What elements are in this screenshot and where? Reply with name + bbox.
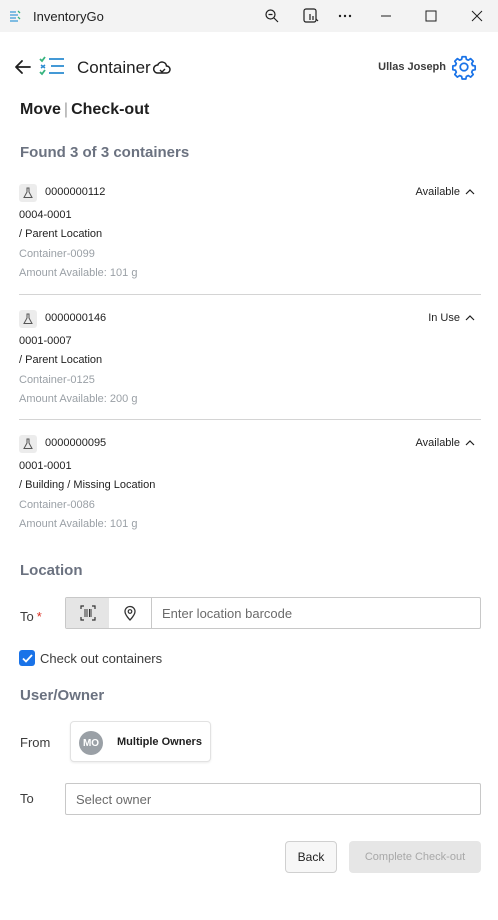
container-barcode: 0000000112 — [45, 186, 106, 198]
move-label: Move — [20, 101, 61, 118]
cloud-sync-icon — [152, 61, 171, 74]
flask-icon — [19, 184, 37, 202]
gear-icon[interactable] — [451, 54, 477, 80]
status-toggle[interactable]: Available — [416, 186, 475, 198]
owner-to-label: To — [20, 791, 34, 806]
container-code: 0004-0001 — [19, 209, 72, 221]
zoom-button[interactable] — [252, 0, 292, 32]
back-arrow-icon[interactable] — [13, 57, 33, 77]
complete-checkout-button[interactable]: Complete Check-out — [349, 841, 481, 873]
barcode-scan-button[interactable] — [66, 598, 109, 628]
from-owner-value: Multiple Owners — [117, 736, 202, 748]
owner-section-title: User/Owner — [20, 687, 105, 704]
container-code: 0001-0007 — [19, 335, 72, 347]
more-icon — [338, 14, 352, 18]
container-name: Container-0125 — [19, 374, 95, 386]
app-name: InventoryGo — [33, 9, 104, 24]
required-mark: * — [36, 609, 42, 624]
container-amount: Amount Available: 200 g — [19, 393, 138, 405]
user-name[interactable]: Ullas Joseph — [378, 61, 446, 73]
close-button[interactable] — [457, 0, 497, 32]
container-location: / Parent Location — [19, 354, 103, 366]
app-logo-icon — [10, 10, 21, 22]
close-icon — [471, 10, 483, 22]
checkout-containers-label[interactable]: Check out containers — [40, 651, 162, 666]
owner-from-label: From — [20, 735, 51, 750]
minimize-button[interactable] — [366, 0, 406, 32]
more-button[interactable] — [325, 0, 365, 32]
zoom-icon — [265, 9, 279, 23]
location-pin-button[interactable] — [109, 598, 152, 628]
flask-icon — [19, 435, 37, 453]
divider — [19, 419, 481, 420]
owner-select-input[interactable] — [65, 783, 481, 815]
status-label: In Use — [428, 312, 460, 324]
back-button[interactable]: Back — [285, 841, 337, 873]
chevron-up-icon — [465, 440, 475, 446]
from-owner-chip: MO Multiple Owners — [70, 721, 211, 762]
location-pin-icon — [124, 605, 136, 621]
chevron-up-icon — [465, 315, 475, 321]
page-title: Container — [77, 58, 151, 77]
chevron-up-icon — [465, 189, 475, 195]
heading-separator: | — [63, 101, 69, 118]
to-text: To — [20, 609, 34, 624]
location-barcode-input[interactable] — [152, 598, 480, 628]
found-count: Found 3 of 3 containers — [20, 144, 190, 161]
maximize-button[interactable] — [411, 0, 451, 32]
flask-icon — [19, 310, 37, 328]
divider — [19, 294, 481, 295]
container-code: 0001-0001 — [19, 460, 72, 472]
location-section-title: Location — [20, 562, 83, 579]
minimize-icon — [381, 15, 391, 17]
status-toggle[interactable]: In Use — [428, 312, 475, 324]
barcode-scan-icon — [79, 605, 96, 621]
container-name: Container-0086 — [19, 499, 95, 511]
window-titlebar: InventoryGo — [0, 0, 498, 32]
container-logo-icon — [39, 56, 64, 76]
container-amount: Amount Available: 101 g — [19, 267, 138, 279]
checkmark-icon — [21, 653, 33, 663]
container-amount: Amount Available: 101 g — [19, 518, 138, 530]
location-input-group — [65, 597, 481, 629]
container-location: / Parent Location — [19, 228, 103, 240]
container-location: / Building / Missing Location — [19, 479, 156, 491]
app-header: Container Ullas Joseph — [0, 44, 498, 90]
container-barcode: 0000000095 — [45, 437, 107, 449]
mode-heading: Move | Check-out — [20, 101, 149, 119]
status-toggle[interactable]: Available — [416, 437, 475, 449]
maximize-icon — [425, 10, 437, 22]
status-label: Available — [415, 186, 460, 198]
checkout-containers-checkbox[interactable] — [19, 650, 35, 666]
screenshot-icon — [303, 8, 319, 23]
status-label: Available — [415, 437, 460, 449]
checkout-label: Check-out — [71, 101, 150, 118]
container-barcode: 0000000146 — [45, 312, 107, 324]
avatar: MO — [79, 731, 103, 755]
container-name: Container-0099 — [19, 248, 95, 260]
location-to-label: To * — [20, 609, 42, 624]
